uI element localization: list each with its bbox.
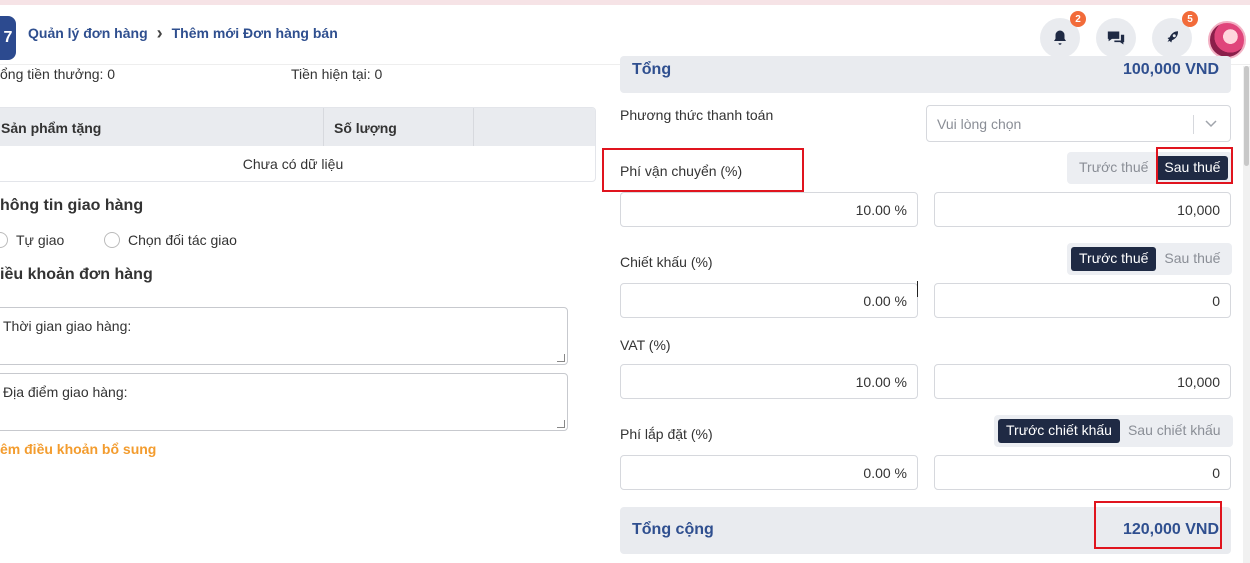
right-panel: Tổng 100,000 VND Phương thức thanh toán … — [602, 56, 1250, 563]
discount-amount-input[interactable]: 0 — [934, 283, 1231, 318]
discount-percent-input[interactable]: 0.00 % — [620, 283, 918, 318]
resize-handle[interactable] — [557, 354, 565, 362]
breadcrumb: Quản lý đơn hàng › Thêm mới Đơn hàng bán — [28, 23, 338, 43]
install-fee-label: Phí lắp đặt (%) — [620, 426, 713, 442]
delivery-place-textarea[interactable]: Địa điểm giao hàng: — [0, 373, 568, 431]
text-cursor — [917, 281, 918, 297]
vat-percent-input[interactable]: 10.00 % — [620, 364, 918, 399]
install-before-discount-option[interactable]: Trước chiết khấu — [998, 419, 1120, 443]
rocket-count-badge: 5 — [1182, 11, 1198, 27]
chevron-right-icon: › — [156, 23, 163, 43]
install-fee-percent-input[interactable]: 0.00 % — [620, 455, 918, 490]
grand-total-label: Tổng cộng — [632, 521, 714, 538]
vat-label: VAT (%) — [620, 337, 671, 353]
radio-choose-partner-label: Chọn đối tác giao — [128, 232, 237, 248]
shipping-before-tax-option[interactable]: Trước thuế — [1071, 156, 1156, 180]
scrollbar-thumb[interactable] — [1244, 66, 1249, 166]
rocket-button[interactable]: 5 — [1152, 11, 1198, 58]
select-divider — [1193, 115, 1194, 134]
discount-after-tax-option[interactable]: Sau thuế — [1156, 247, 1228, 271]
bonus-total-text: ổng tiền thưởng: 0 — [0, 66, 116, 82]
user-avatar[interactable] — [1208, 21, 1246, 59]
highlight-box-grand-total — [1094, 501, 1222, 549]
page-scrollbar[interactable] — [1243, 66, 1250, 563]
install-fee-amount-input[interactable]: 0 — [934, 455, 1231, 490]
chat-icon — [1107, 31, 1125, 45]
payment-method-select[interactable]: Vui lòng chọn — [926, 105, 1231, 142]
table-header: Sản phẩm tặng Số lượng — [0, 108, 595, 146]
breadcrumb-order-management[interactable]: Quản lý đơn hàng — [28, 25, 148, 41]
radio-circle[interactable] — [0, 232, 8, 248]
discount-before-tax-option[interactable]: Trước thuế — [1071, 247, 1157, 271]
shipping-fee-percent-input[interactable]: 10.00 % — [620, 192, 918, 227]
discount-label: Chiết khấu (%) — [620, 254, 713, 270]
resize-handle[interactable] — [557, 420, 565, 428]
chat-button[interactable] — [1096, 18, 1136, 58]
shipping-fee-label: Phí vận chuyển (%) — [620, 163, 743, 179]
rocket-icon — [1167, 31, 1178, 43]
chevron-down-icon — [1205, 120, 1217, 128]
add-terms-link[interactable]: êm điều khoản bổ sung — [0, 441, 156, 457]
subtotal-label: Tổng — [632, 61, 672, 78]
current-money-text: Tiền hiện tại: 0 — [291, 66, 383, 82]
payment-method-label: Phương thức thanh toán — [620, 107, 774, 123]
column-quantity: Số lượng — [324, 108, 474, 146]
subtotal-value: 100,000 VND — [1122, 61, 1219, 78]
sidebar-toggle[interactable]: 7 — [0, 16, 16, 60]
order-terms-title: iều khoản đơn hàng — [0, 266, 153, 283]
delivery-time-textarea[interactable]: Thời gian giao hàng: — [0, 307, 568, 365]
install-fee-discount-toggle[interactable]: Trước chiết khấu Sau chiết khấu — [994, 415, 1233, 447]
bell-icon — [1054, 30, 1066, 45]
shipping-fee-amount-input[interactable]: 10,000 — [934, 192, 1231, 227]
radio-choose-partner[interactable]: Chọn đối tác giao — [104, 232, 237, 248]
column-gift-product: Sản phẩm tặng — [0, 108, 324, 146]
discount-tax-toggle[interactable]: Trước thuế Sau thuế — [1067, 243, 1233, 275]
subtotal-band: Tổng 100,000 VND — [620, 56, 1231, 93]
notification-button[interactable]: 2 — [1040, 11, 1086, 58]
radio-self-delivery-label: Tự giao — [16, 232, 65, 248]
shipping-info-title: hông tin giao hàng — [0, 197, 144, 214]
table-empty-state: Chưa có dữ liệu — [242, 156, 344, 172]
radio-circle[interactable] — [104, 232, 120, 248]
radio-self-delivery[interactable]: Tự giao — [0, 232, 64, 248]
install-after-discount-option[interactable]: Sau chiết khấu — [1120, 419, 1229, 443]
delivery-place-label: Địa điểm giao hàng: — [3, 384, 128, 400]
breadcrumb-new-sales-order: Thêm mới Đơn hàng bán — [171, 25, 338, 41]
highlight-box-after-tax — [1156, 147, 1233, 184]
vat-amount-input[interactable]: 10,000 — [934, 364, 1231, 399]
notification-count-badge: 2 — [1070, 11, 1086, 27]
payment-method-placeholder: Vui lòng chọn — [937, 116, 1022, 132]
gift-product-table: Sản phẩm tặng Số lượng Chưa có dữ liệu — [0, 107, 596, 182]
delivery-time-label: Thời gian giao hàng: — [3, 318, 132, 334]
left-panel: ổng tiền thưởng: 0 Tiền hiện tại: 0 Sản … — [0, 66, 600, 563]
